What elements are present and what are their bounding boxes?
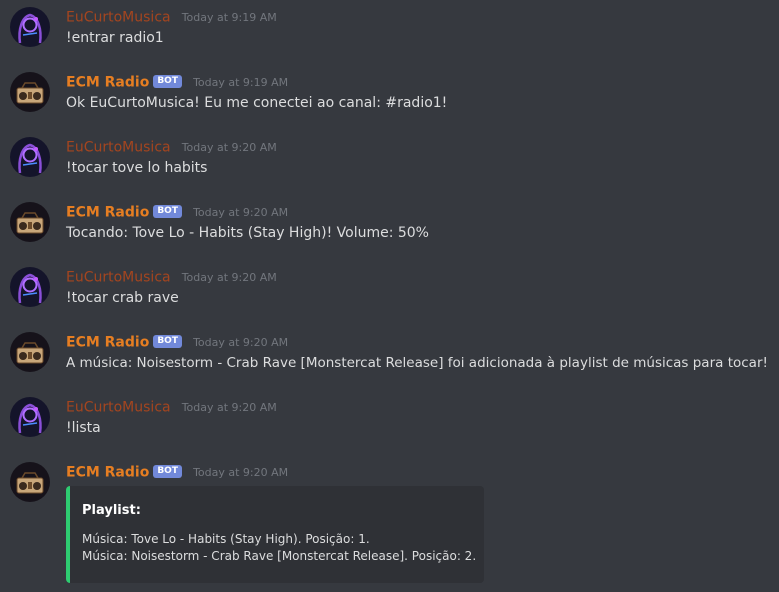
bot-avatar[interactable]	[10, 202, 50, 242]
message-author[interactable]: EuCurtoMusica	[66, 270, 171, 286]
bot-tag: BOT	[153, 335, 182, 348]
message-text: !tocar crab rave	[66, 290, 179, 306]
boombox-icon	[10, 332, 50, 372]
message-text: Tocando: Tove Lo - Habits (Stay High)! V…	[66, 225, 429, 241]
bot-avatar[interactable]	[10, 72, 50, 112]
message-timestamp: Today at 9:20 AM	[193, 206, 289, 219]
message-text: !entrar radio1	[66, 30, 164, 46]
playlist-entry: Música: Tove Lo - Habits (Stay High). Po…	[82, 532, 370, 546]
message-author[interactable]: ECM Radio	[66, 335, 149, 351]
user-avatar-icon	[10, 7, 50, 47]
message-timestamp: Today at 9:20 AM	[181, 141, 277, 154]
playlist-embed: Playlist: Música: Tove Lo - Habits (Stay…	[66, 486, 484, 583]
user-avatar-icon	[10, 137, 50, 177]
boombox-icon	[10, 202, 50, 242]
message-timestamp: Today at 9:19 AM	[193, 76, 289, 89]
message-timestamp: Today at 9:20 AM	[193, 336, 289, 349]
bot-tag: BOT	[153, 465, 182, 478]
user-avatar-icon	[10, 397, 50, 437]
bot-tag: BOT	[153, 205, 182, 218]
bot-tag: BOT	[153, 75, 182, 88]
message-timestamp: Today at 9:20 AM	[181, 401, 277, 414]
message-timestamp: Today at 9:20 AM	[181, 271, 277, 284]
chat-messages: EuCurtoMusica Today at 9:19 AM !entrar r…	[0, 0, 779, 592]
user-avatar[interactable]	[10, 137, 50, 177]
message-text: !tocar tove lo habits	[66, 160, 208, 176]
bot-avatar[interactable]	[10, 332, 50, 372]
message-author[interactable]: EuCurtoMusica	[66, 140, 171, 156]
message-text: A música: Noisestorm - Crab Rave [Monste…	[66, 355, 768, 371]
user-avatar[interactable]	[10, 267, 50, 307]
message-text: Ok EuCurtoMusica! Eu me conectei ao cana…	[66, 95, 448, 111]
user-avatar[interactable]	[10, 7, 50, 47]
message-author[interactable]: ECM Radio	[66, 205, 149, 221]
playlist-entry: Música: Noisestorm - Crab Rave [Monsterc…	[82, 549, 477, 563]
message-author[interactable]: EuCurtoMusica	[66, 10, 171, 26]
bot-avatar[interactable]	[10, 462, 50, 502]
message-author[interactable]: ECM Radio	[66, 75, 149, 91]
message-author[interactable]: ECM Radio	[66, 465, 149, 481]
message-timestamp: Today at 9:19 AM	[181, 11, 277, 24]
user-avatar[interactable]	[10, 397, 50, 437]
boombox-icon	[10, 72, 50, 112]
boombox-icon	[10, 462, 50, 502]
message-author[interactable]: EuCurtoMusica	[66, 400, 171, 416]
message-timestamp: Today at 9:20 AM	[193, 466, 289, 479]
embed-accent-bar	[66, 486, 70, 583]
message-text: !lista	[66, 420, 101, 436]
user-avatar-icon	[10, 267, 50, 307]
embed-title: Playlist:	[82, 503, 141, 518]
